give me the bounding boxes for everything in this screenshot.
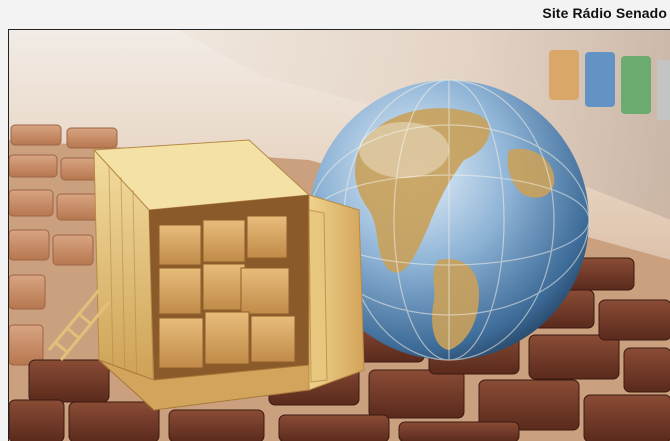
photo — [8, 29, 670, 441]
photo-credit: Site Rádio Senado — [542, 5, 667, 21]
page: Site Rádio Senado — [0, 0, 670, 441]
photo-illustration — [9, 30, 670, 441]
